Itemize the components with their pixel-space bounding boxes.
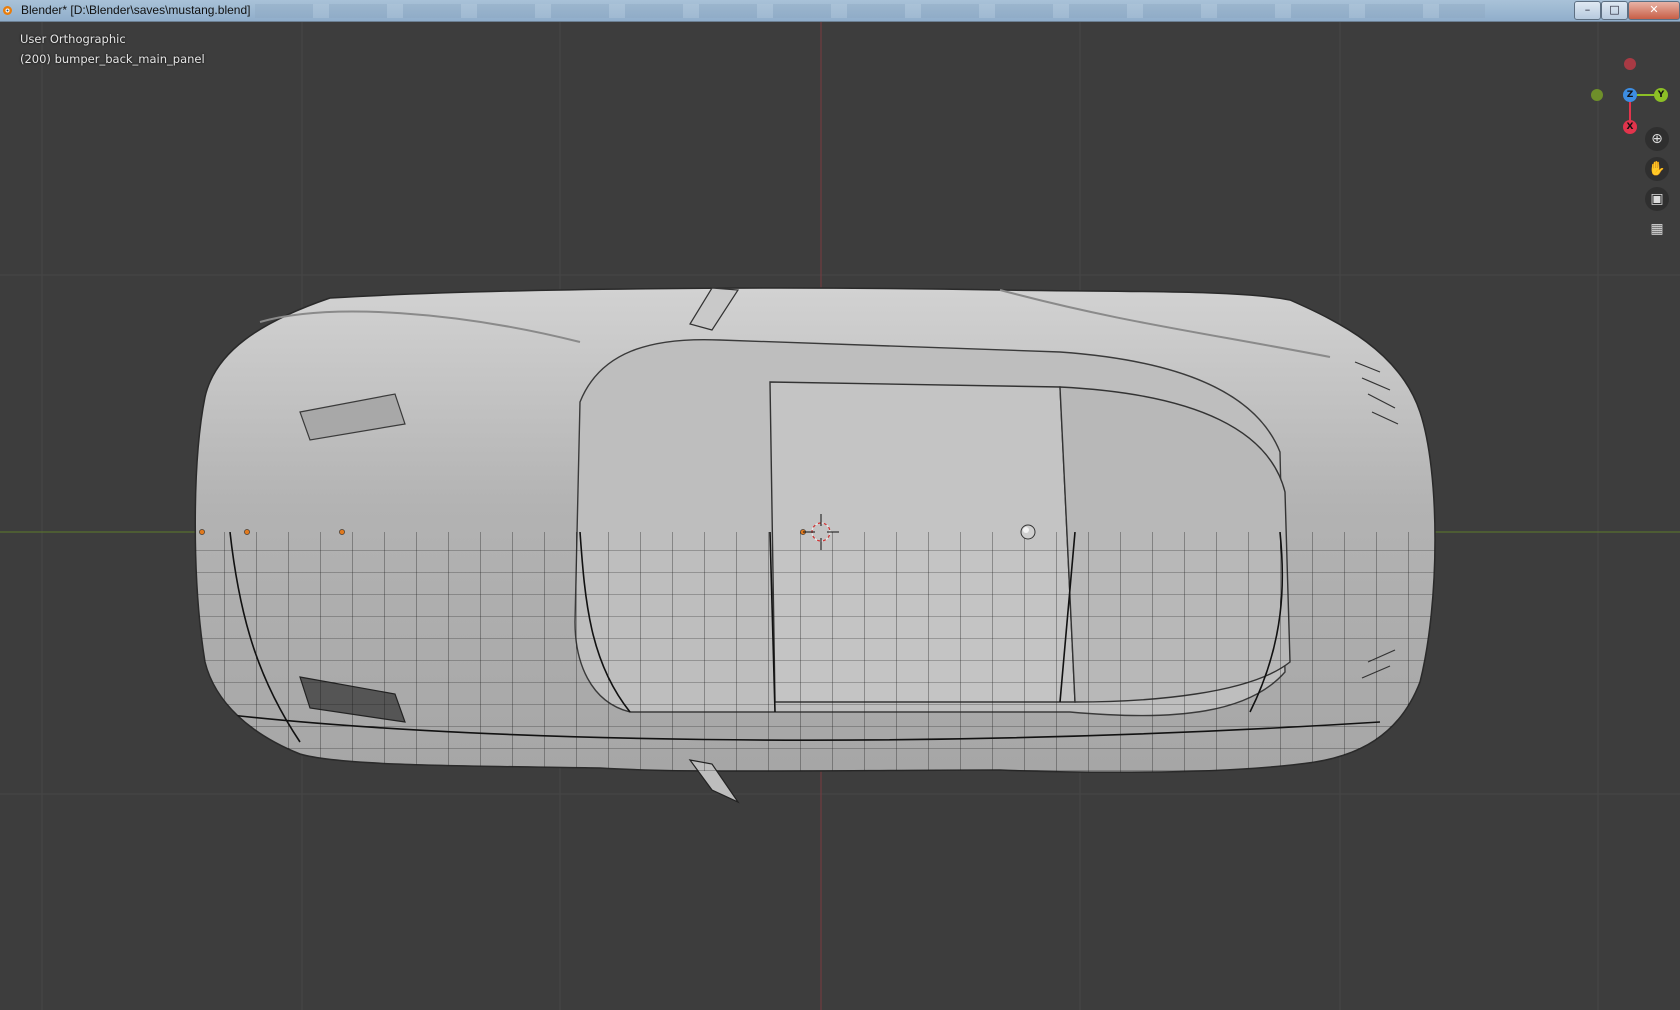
wireframe-overlay: [195, 532, 1435, 773]
gizmo-z-axis[interactable]: Z: [1623, 88, 1637, 102]
minimize-button[interactable]: –: [1574, 1, 1601, 20]
active-object-label: (200) bumper_back_main_panel: [20, 52, 205, 66]
blender-logo-icon: [3, 6, 12, 15]
viewport-view-name: User Orthographic: [20, 32, 126, 46]
grid-icon[interactable]: ▦: [1645, 217, 1669, 241]
window-title-bar: Blender* [D:\Blender\saves\mustang.blend…: [0, 0, 1680, 22]
3d-viewport[interactable]: User Orthographic (200) bumper_back_main…: [0, 22, 1680, 1010]
background-taskbar: [255, 4, 1485, 18]
viewport-canvas[interactable]: [0, 22, 1680, 1010]
gizmo-y-axis[interactable]: Y: [1654, 88, 1668, 102]
maximize-button[interactable]: □: [1601, 1, 1628, 20]
window-title: Blender* [D:\Blender\saves\mustang.blend…: [21, 3, 251, 17]
zoom-icon[interactable]: ⊕: [1645, 127, 1669, 151]
gizmo-x-axis[interactable]: X: [1623, 120, 1637, 134]
camera-icon[interactable]: ▣: [1645, 187, 1669, 211]
pan-hand-icon[interactable]: ✋: [1645, 157, 1669, 181]
close-button[interactable]: ✕: [1628, 1, 1680, 20]
light-object-icon[interactable]: [1020, 524, 1036, 540]
